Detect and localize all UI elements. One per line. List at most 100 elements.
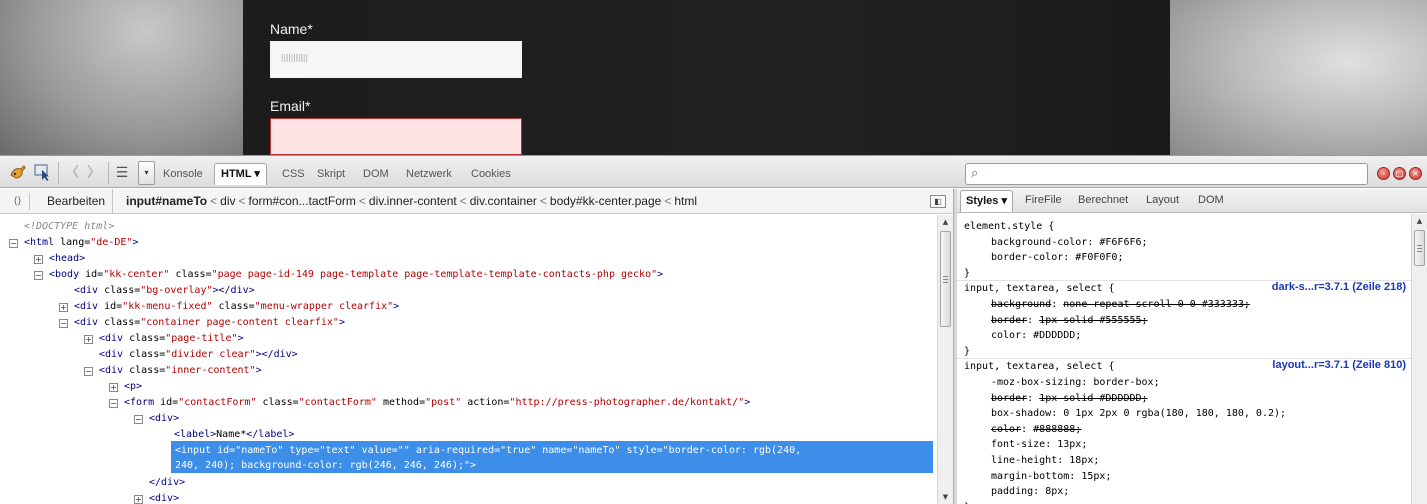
expand-icon[interactable]: + <box>59 303 68 312</box>
tab-css[interactable]: CSS <box>282 165 305 184</box>
expand-icon[interactable]: + <box>34 255 43 264</box>
tag-name: > <box>393 301 400 312</box>
css-property[interactable]: color: #888888; <box>991 422 1081 437</box>
scrollbar-thumb[interactable] <box>1414 230 1425 266</box>
scroll-up-icon[interactable]: ▲ <box>1412 214 1427 228</box>
name-input[interactable]: lllllllllll <box>270 41 522 78</box>
tree-node[interactable]: − <div class="container page-content clea… <box>0 315 937 331</box>
tab-html[interactable]: HTML ▾ <box>214 163 267 185</box>
collapse-icon[interactable]: − <box>59 319 68 328</box>
css-selector[interactable]: element.style { <box>964 219 1054 234</box>
tab-dom[interactable]: DOM <box>363 165 389 184</box>
css-property[interactable]: margin-bottom: 15px; <box>991 469 1111 484</box>
edit-button[interactable]: Bearbeiten <box>40 189 114 214</box>
expand-icon[interactable]: + <box>109 383 118 392</box>
breadcrumb-item[interactable]: div.inner-content <box>369 194 457 208</box>
search-input[interactable] <box>988 166 1358 182</box>
closing-brace: } <box>964 345 971 357</box>
css-property[interactable]: font-size: 13px; <box>991 437 1087 452</box>
tree-node[interactable]: − <div> <box>0 411 937 427</box>
breadcrumb-item[interactable]: div <box>220 194 235 208</box>
collapse-icon[interactable]: − <box>34 271 43 280</box>
minimize-icon[interactable]: – <box>1377 167 1390 180</box>
css-property[interactable]: background: none repeat scroll 0 0 #3333… <box>991 297 1250 312</box>
attribute-name: class= <box>175 269 212 280</box>
stylesheet-link[interactable]: layout...r=3.7.1 (Zeile 810) <box>1272 359 1406 371</box>
css-selector[interactable]: input, textarea, select { <box>964 359 1115 374</box>
css-property[interactable]: line-height: 18px; <box>991 453 1099 468</box>
tree-node[interactable]: </div> <box>0 475 937 491</box>
list-icon[interactable]: ☰ <box>112 163 132 183</box>
selected-node-line[interactable]: 240, 240); background-color: rgb(246, 24… <box>175 458 476 474</box>
collapse-icon[interactable]: − <box>134 415 143 424</box>
styles-scrollbar[interactable]: ▲ <box>1411 214 1427 504</box>
tab-berechnet[interactable]: Berechnet <box>1078 194 1128 206</box>
toggle-side-panel-icon[interactable]: ◧ <box>930 195 946 208</box>
css-selector[interactable]: input, textarea, select { <box>964 281 1115 296</box>
inspect-element-icon[interactable] <box>33 163 53 183</box>
scrollbar-thumb[interactable] <box>940 231 951 327</box>
tree-node[interactable]: <div class="bg-overlay"></div> <box>0 283 937 299</box>
selected-node-line[interactable]: <input id="nameTo" type="text" value="" … <box>175 443 801 459</box>
css-property[interactable]: border: 1px solid #DDDDDD; <box>991 391 1148 406</box>
breadcrumb-item[interactable]: body#kk-center.page <box>550 194 661 208</box>
tree-node[interactable]: − <div class="inner-content"> <box>0 363 937 379</box>
css-property[interactable]: border-color: #F0F0F0; <box>991 250 1123 265</box>
css-property[interactable]: background-color: #F6F6F6; <box>991 235 1148 250</box>
breadcrumb-item[interactable]: form#con...tactForm <box>249 194 356 208</box>
tab-firefile[interactable]: FireFile <box>1025 194 1062 206</box>
css-property[interactable]: padding: 8px; <box>991 484 1069 499</box>
css-property[interactable]: box-shadow: 0 1px 2px 0 rgba(180, 180, 1… <box>991 406 1286 421</box>
tab-netzwerk[interactable]: Netzwerk <box>406 165 452 184</box>
collapse-icon[interactable]: − <box>84 367 93 376</box>
tree-node[interactable]: + <head> <box>0 251 937 267</box>
html-tree-scrollbar[interactable]: ▲ ▼ <box>937 215 953 504</box>
tag-name: <p> <box>124 381 143 392</box>
scroll-up-icon[interactable]: ▲ <box>938 215 953 229</box>
tab-skript[interactable]: Skript <box>317 165 345 184</box>
attribute-name: lang= <box>60 237 91 248</box>
tab-layout[interactable]: Layout <box>1146 194 1179 206</box>
tab-side-dom[interactable]: DOM <box>1198 194 1224 206</box>
expand-collapse-icon[interactable]: ⟨⟩ <box>6 193 30 210</box>
breadcrumb-item[interactable]: html <box>674 194 697 208</box>
tree-node[interactable]: + <div class="page-title"> <box>0 331 937 347</box>
tab-konsole[interactable]: Konsole <box>163 165 203 184</box>
name-label: Name* <box>270 21 313 37</box>
attribute-value: "page-title" <box>165 333 238 344</box>
forward-icon[interactable]: 〉 <box>84 163 104 183</box>
node-text: Name* <box>216 429 247 440</box>
tree-node[interactable]: <div class="divider clear"></div> <box>0 347 937 363</box>
attribute-name: action= <box>467 397 510 408</box>
tag-name: ></div> <box>212 285 255 296</box>
email-input[interactable] <box>270 118 522 155</box>
css-property[interactable]: -moz-box-sizing: border-box; <box>991 375 1160 390</box>
expand-icon[interactable]: + <box>84 335 93 344</box>
breadcrumb-item[interactable]: div.container <box>470 194 537 208</box>
css-property[interactable]: color: #DDDDDD; <box>991 328 1081 343</box>
breadcrumb-item[interactable]: input#nameTo <box>126 194 207 208</box>
tree-node[interactable]: − <form id="contactForm" class="contactFo… <box>0 395 937 411</box>
tab-styles[interactable]: Styles ▾ <box>960 190 1014 212</box>
tab-cookies[interactable]: Cookies <box>471 165 511 184</box>
search-box[interactable]: ⌕ <box>965 163 1368 185</box>
stylesheet-link[interactable]: dark-s...r=3.7.1 (Zeile 218) <box>1272 281 1406 293</box>
detach-icon[interactable]: □ <box>1393 167 1406 180</box>
tree-node[interactable]: − <html lang="de-DE"> <box>0 235 937 251</box>
panel-menu-button[interactable]: ▾ <box>138 161 155 185</box>
tree-node[interactable]: − <body id="kk-center" class="page page-i… <box>0 267 937 283</box>
back-icon[interactable]: 〈 <box>62 163 82 183</box>
collapse-icon[interactable]: − <box>109 399 118 408</box>
collapse-icon[interactable]: − <box>9 239 18 248</box>
tree-node[interactable]: + <p> <box>0 379 937 395</box>
tree-node[interactable]: <!DOCTYPE html> <box>0 219 937 235</box>
doctype-text: <!DOCTYPE html> <box>24 221 115 232</box>
tree-node[interactable]: + <div id="kk-menu-fixed" class="menu-wra… <box>0 299 937 315</box>
expand-icon[interactable]: + <box>134 495 143 504</box>
close-icon[interactable]: × <box>1409 167 1422 180</box>
firebug-icon[interactable] <box>8 163 28 183</box>
scroll-down-icon[interactable]: ▼ <box>938 490 953 504</box>
attribute-name: id= <box>104 301 123 312</box>
css-property[interactable]: border: 1px solid #555555; <box>991 313 1148 328</box>
tree-node[interactable]: + <div> <box>0 491 937 504</box>
